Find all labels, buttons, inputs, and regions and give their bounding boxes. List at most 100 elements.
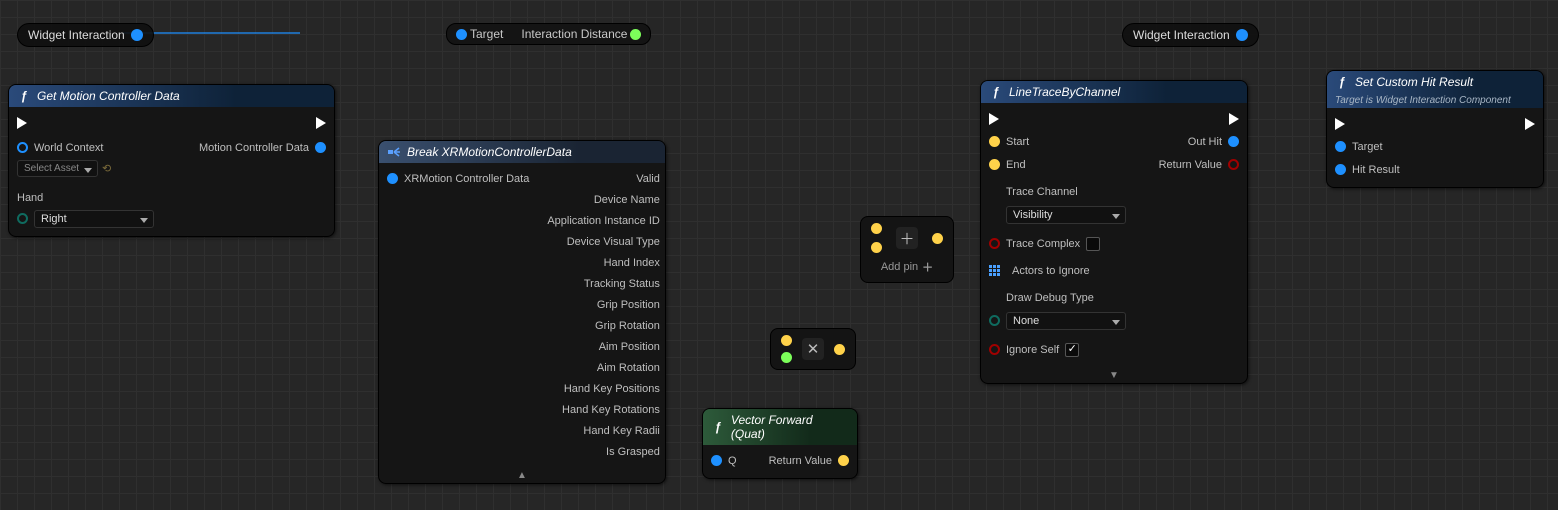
label-end: End: [1006, 159, 1026, 171]
label-out-hit: Out Hit: [1188, 136, 1222, 148]
variable-widget-interaction-1[interactable]: Widget Interaction: [17, 23, 154, 47]
pin-mul-a[interactable]: [781, 335, 792, 346]
node-header: ƒ Set Custom Hit Result Target is Widget …: [1327, 71, 1543, 108]
world-context-asset-picker[interactable]: Select Asset: [17, 160, 98, 177]
plus-icon: ＋: [896, 227, 918, 249]
pin-q-in[interactable]: [711, 455, 722, 466]
label-hand-key-rot: Hand Key Rotations: [562, 404, 660, 416]
label-return-value: Return Value: [769, 455, 832, 467]
label-hand-key-radii: Hand Key Radii: [583, 425, 659, 437]
label-xr-data: XRMotion Controller Data: [404, 173, 529, 185]
node-header: ƒ LineTraceByChannel: [981, 81, 1247, 103]
target-interaction-distance-node[interactable]: Target Interaction Distance: [446, 23, 651, 45]
output-pin[interactable]: [131, 29, 143, 41]
node-title: Get Motion Controller Data: [37, 89, 180, 103]
pin-target-in[interactable]: [456, 29, 467, 40]
node-title: Break XRMotionControllerData: [407, 145, 572, 159]
exec-out[interactable]: [1525, 114, 1535, 133]
pin-interaction-distance-out[interactable]: [630, 29, 641, 40]
pin-mc-data-out[interactable]: [315, 142, 326, 153]
struct-break-icon: [387, 145, 401, 159]
dropdown-draw-debug[interactable]: None: [1006, 312, 1126, 330]
label-hand-index: Hand Index: [604, 257, 660, 269]
label-q: Q: [728, 455, 737, 467]
pin-add-a[interactable]: [871, 223, 882, 234]
pin-mul-out[interactable]: [834, 344, 845, 355]
node-set-custom-hit-result[interactable]: ƒ Set Custom Hit Result Target is Widget …: [1326, 70, 1544, 188]
node-subtitle: Target is Widget Interaction Component: [1335, 95, 1511, 106]
hand-dropdown[interactable]: Right: [34, 210, 154, 228]
pin-trace-complex[interactable]: [989, 238, 1000, 249]
pin-ignore-self[interactable]: [989, 344, 1000, 355]
label-hit-result: Hit Result: [1352, 164, 1400, 176]
dropdown-trace-channel[interactable]: Visibility: [1006, 206, 1126, 224]
node-linetracebychannel[interactable]: ƒ LineTraceByChannel Start End Trace Cha…: [980, 80, 1248, 384]
output-pin[interactable]: [1236, 29, 1248, 41]
label-tracking: Tracking Status: [584, 278, 660, 290]
pin-return-value[interactable]: [1228, 159, 1239, 170]
label-aim-rot: Aim Rotation: [597, 362, 660, 374]
label-trace-complex: Trace Complex: [1006, 238, 1080, 250]
variable-label: Widget Interaction: [28, 28, 125, 42]
function-icon: ƒ: [989, 85, 1003, 99]
node-multiply[interactable]: ✕: [770, 328, 856, 370]
label-hand-key-pos: Hand Key Positions: [564, 383, 660, 395]
label-return-value: Return Value: [1159, 159, 1222, 171]
node-get-motion-controller-data[interactable]: ƒ Get Motion Controller Data World Conte…: [8, 84, 335, 237]
label-mc-data: Motion Controller Data: [199, 142, 309, 154]
label-world-context: World Context: [34, 142, 104, 154]
exec-in[interactable]: [989, 109, 1126, 128]
pin-add-b[interactable]: [871, 242, 882, 253]
variable-label: Widget Interaction: [1133, 28, 1230, 42]
node-title: Set Custom Hit Result: [1355, 75, 1473, 89]
checkbox-ignore-self[interactable]: [1065, 343, 1079, 357]
node-break-xrmotioncontrollerdata[interactable]: Break XRMotionControllerData XRMotion Co…: [378, 140, 666, 484]
variable-widget-interaction-2[interactable]: Widget Interaction: [1122, 23, 1259, 47]
pin-draw-debug[interactable]: [989, 315, 1000, 326]
node-add[interactable]: ＋ Add pin ＋: [860, 216, 954, 283]
exec-out[interactable]: [316, 113, 326, 132]
collapse-arrow-icon[interactable]: ▲: [517, 470, 527, 481]
label-add-pin: Add pin: [881, 261, 918, 273]
pin-start[interactable]: [989, 136, 1000, 147]
pin-world-context[interactable]: [17, 142, 28, 153]
label-aim-pos: Aim Position: [599, 341, 660, 353]
pin-mul-b[interactable]: [781, 352, 792, 363]
pin-out-hit[interactable]: [1228, 136, 1239, 147]
exec-out[interactable]: [1229, 109, 1239, 128]
node-title: Vector Forward (Quat): [731, 413, 849, 441]
pin-add-out[interactable]: [932, 233, 943, 244]
pin-return-value[interactable]: [838, 455, 849, 466]
node-header: Break XRMotionControllerData: [379, 141, 665, 163]
label-grip-pos: Grip Position: [597, 299, 660, 311]
function-icon: ƒ: [711, 420, 725, 434]
pin-hit-result[interactable]: [1335, 164, 1346, 175]
label-actors-ignore: Actors to Ignore: [1012, 265, 1090, 277]
exec-in[interactable]: [17, 113, 154, 132]
label-is-grasped: Is Grasped: [606, 446, 660, 458]
node-header: ƒ Get Motion Controller Data: [9, 85, 334, 107]
label-trace-channel: Trace Channel: [1006, 186, 1078, 198]
reset-icon[interactable]: ⟲: [102, 162, 111, 175]
node-header: ƒ Vector Forward (Quat): [703, 409, 857, 445]
pin-target[interactable]: [1335, 141, 1346, 152]
expand-arrow-icon[interactable]: ▼: [1109, 370, 1119, 381]
pin-hand[interactable]: [17, 213, 28, 224]
node-vector-forward-quat[interactable]: ƒ Vector Forward (Quat) Q Return Value: [702, 408, 858, 479]
pin-end[interactable]: [989, 159, 1000, 170]
function-icon: ƒ: [17, 89, 31, 103]
label-target: Target: [1352, 141, 1383, 153]
label-app-id: Application Instance ID: [547, 215, 660, 227]
label-hand: Hand: [17, 192, 43, 204]
add-pin-icon[interactable]: ＋: [922, 259, 933, 275]
checkbox-trace-complex[interactable]: [1086, 237, 1100, 251]
node-title: LineTraceByChannel: [1009, 85, 1120, 99]
pin-actors-ignore[interactable]: [989, 265, 1000, 276]
pin-xr-data-in[interactable]: [387, 173, 398, 184]
multiply-icon: ✕: [802, 338, 824, 360]
function-icon: ƒ: [1335, 75, 1349, 89]
label-device-name: Device Name: [594, 194, 660, 206]
exec-in[interactable]: [1335, 114, 1400, 133]
label-draw-debug: Draw Debug Type: [1006, 292, 1094, 304]
label-grip-rot: Grip Rotation: [595, 320, 660, 332]
